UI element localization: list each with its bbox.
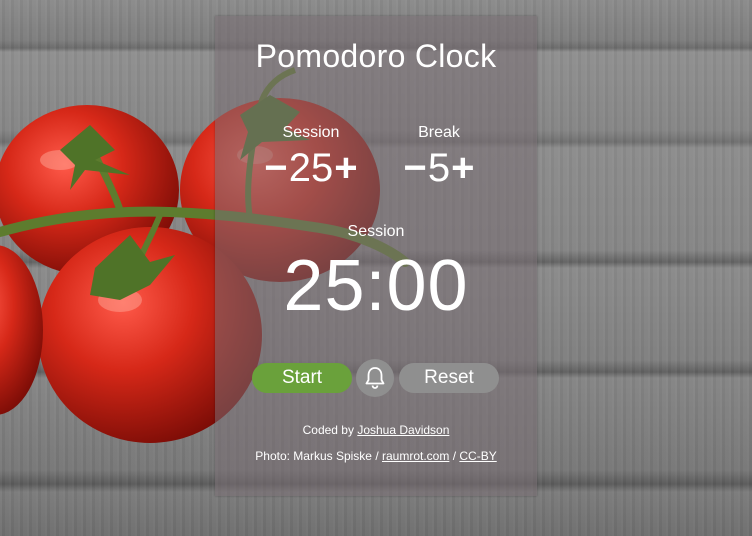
credit-separator: / [452, 449, 457, 463]
reset-button[interactable]: Reset [399, 363, 499, 393]
break-length-value: 5 [427, 146, 451, 190]
break-length-label: Break [418, 124, 460, 141]
author-link[interactable]: Joshua Davidson [357, 423, 449, 437]
session-length-control: Session − 25 + [241, 124, 381, 190]
pomodoro-panel: Pomodoro Clock Session − 25 + Break − 5 … [215, 16, 537, 496]
timer-controls: Start Reset [215, 359, 537, 397]
bell-icon [365, 367, 385, 389]
coded-by-credit: Coded by Joshua Davidson [215, 423, 537, 437]
break-counter: − 5 + [369, 146, 509, 190]
coded-by-prefix: Coded by [302, 423, 354, 437]
raumrot-link[interactable]: raumrot.com [382, 449, 449, 463]
session-increment-button[interactable]: + [334, 146, 357, 190]
photo-credit: Photo: Markus Spiske / raumrot.com / CC-… [215, 449, 537, 463]
session-length-label: Session [282, 124, 340, 141]
break-length-control: Break − 5 + [369, 124, 509, 190]
photo-credit-prefix: Photo: Markus Spiske / [255, 449, 379, 463]
timer-mode-label: Session [347, 223, 405, 240]
timer-display: 25:00 [283, 246, 469, 326]
break-increment-button[interactable]: + [451, 146, 474, 190]
session-length-value: 25 [288, 146, 334, 190]
session-counter: − 25 + [241, 146, 381, 190]
start-button[interactable]: Start [252, 363, 352, 393]
session-decrement-button[interactable]: − [264, 146, 287, 190]
break-decrement-button[interactable]: − [404, 146, 427, 190]
license-link[interactable]: CC-BY [459, 449, 496, 463]
bell-button[interactable] [356, 359, 394, 397]
app-title: Pomodoro Clock [255, 38, 497, 74]
